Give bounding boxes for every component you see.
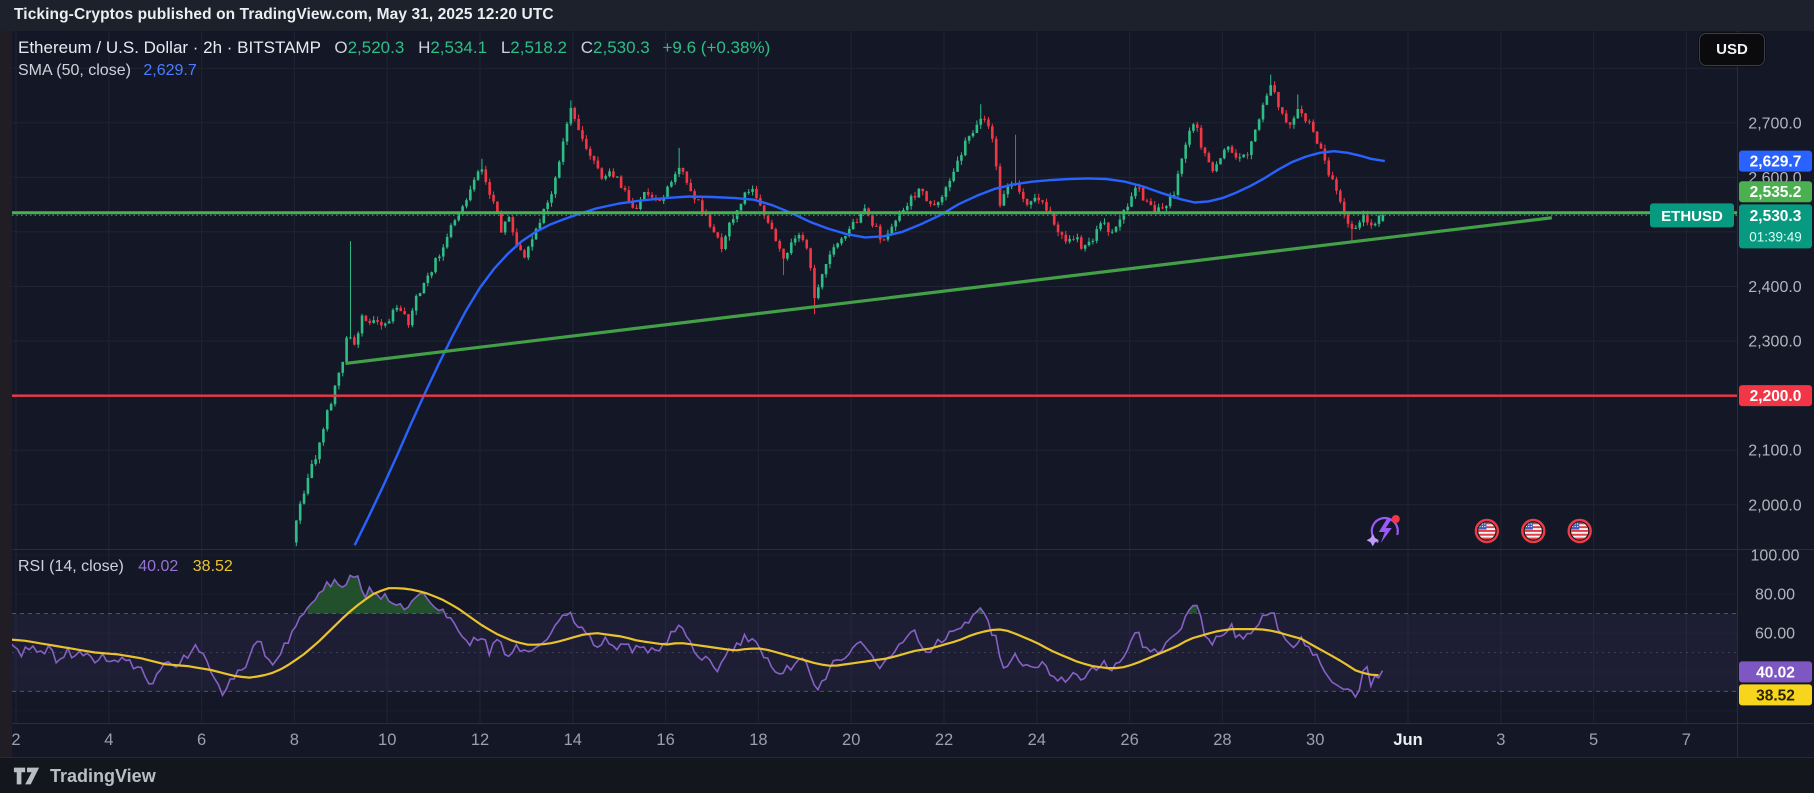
sma-legend-value: 2,629.7 bbox=[143, 62, 196, 79]
last-price-badge-text: 2,530.3 bbox=[1750, 208, 1802, 225]
time-axis-label: 12 bbox=[471, 731, 489, 749]
rsi-legend-row[interactable]: RSI (14, close) 40.02 38.52 bbox=[18, 558, 233, 576]
us-economic-event-icon[interactable] bbox=[1569, 520, 1591, 542]
rsi-legend-label: RSI (14, close) bbox=[18, 558, 124, 575]
time-axis-label: 7 bbox=[1682, 731, 1691, 749]
time-axis-label: 18 bbox=[749, 731, 767, 749]
rsi-ma-value-badge-text: 38.52 bbox=[1756, 687, 1795, 704]
symbol-price-tag-text: ETHUSD bbox=[1661, 208, 1723, 225]
support-price-badge-text: 2,535.2 bbox=[1750, 184, 1802, 201]
footer-bar: TradingView bbox=[0, 757, 1814, 793]
ohlc-open-label: O bbox=[334, 38, 347, 57]
symbol-title: Ethereum / U.S. Dollar · 2h · BITSTAMP bbox=[18, 38, 321, 57]
attribution-bar: Ticking-Cryptos published on TradingView… bbox=[0, 0, 1814, 31]
ohlc-open-value: 2,520.3 bbox=[348, 38, 405, 57]
price-change: +9.6 (+0.38%) bbox=[663, 38, 771, 57]
time-axis-label: 20 bbox=[842, 731, 860, 749]
rsi-ma-legend-value: 38.52 bbox=[193, 558, 233, 575]
collapsed-drawing-toolbar[interactable] bbox=[0, 30, 12, 757]
time-axis-label: 22 bbox=[935, 731, 953, 749]
time-axis-label: 14 bbox=[564, 731, 582, 749]
ohlc-low-label: L bbox=[501, 38, 510, 57]
time-axis-label: 24 bbox=[1028, 731, 1046, 749]
axis-label: 60.00 bbox=[1755, 625, 1795, 642]
axis-label: 2,700.0 bbox=[1748, 115, 1801, 132]
chart-canvas[interactable]: 2,700.02,600.02,400.02,300.02,100.02,000… bbox=[0, 0, 1814, 793]
sma-legend-label: SMA (50, close) bbox=[18, 62, 131, 79]
tradingview-brand-text[interactable]: TradingView bbox=[50, 766, 156, 787]
currency-toggle-button[interactable]: USD bbox=[1699, 33, 1765, 66]
time-axis-label: 3 bbox=[1496, 731, 1505, 749]
sma-price-badge-text: 2,629.7 bbox=[1750, 154, 1802, 171]
time-axis-label: 8 bbox=[290, 731, 299, 749]
level-price-badge-text: 2,200.0 bbox=[1750, 388, 1802, 405]
axis-label: 80.00 bbox=[1755, 587, 1795, 604]
time-axis-label: 5 bbox=[1589, 731, 1598, 749]
countdown-text: 01:39:49 bbox=[1749, 229, 1802, 244]
axis-label: 2,100.0 bbox=[1748, 443, 1801, 460]
time-axis-label: 2 bbox=[11, 731, 20, 749]
axis-label: 2,300.0 bbox=[1748, 334, 1801, 351]
ohlc-high-value: 2,534.1 bbox=[430, 38, 487, 57]
axis-label: 2,400.0 bbox=[1748, 279, 1801, 296]
rsi-value-badge-text: 40.02 bbox=[1756, 664, 1795, 681]
time-axis-label: 30 bbox=[1306, 731, 1324, 749]
time-axis-label: Jun bbox=[1393, 731, 1422, 749]
time-axis-label: 26 bbox=[1120, 731, 1138, 749]
time-axis-label: 28 bbox=[1213, 731, 1231, 749]
axis-label: 100.00 bbox=[1751, 548, 1800, 565]
axis-label: 2,000.0 bbox=[1748, 497, 1801, 514]
ohlc-close-label: C bbox=[581, 38, 593, 57]
tradingview-logo-icon[interactable] bbox=[13, 766, 41, 786]
sma-legend-row[interactable]: SMA (50, close) 2,629.7 bbox=[18, 62, 197, 80]
tradingview-published-chart: Ticking-Cryptos published on TradingView… bbox=[0, 0, 1814, 793]
attribution-text: Ticking-Cryptos published on TradingView… bbox=[14, 6, 554, 24]
ohlc-low-value: 2,518.2 bbox=[510, 38, 567, 57]
time-axis-label: 16 bbox=[656, 731, 674, 749]
us-economic-event-icon[interactable] bbox=[1522, 520, 1544, 542]
time-axis-label: 6 bbox=[197, 731, 206, 749]
ohlc-close-value: 2,530.3 bbox=[593, 38, 650, 57]
us-economic-event-icon[interactable] bbox=[1476, 520, 1498, 542]
time-axis-label: 10 bbox=[378, 731, 396, 749]
symbol-legend-row[interactable]: Ethereum / U.S. Dollar · 2h · BITSTAMP O… bbox=[18, 38, 770, 58]
time-axis-label: 4 bbox=[104, 731, 113, 749]
rsi-legend-value: 40.02 bbox=[138, 558, 178, 575]
ohlc-high-label: H bbox=[418, 38, 430, 57]
